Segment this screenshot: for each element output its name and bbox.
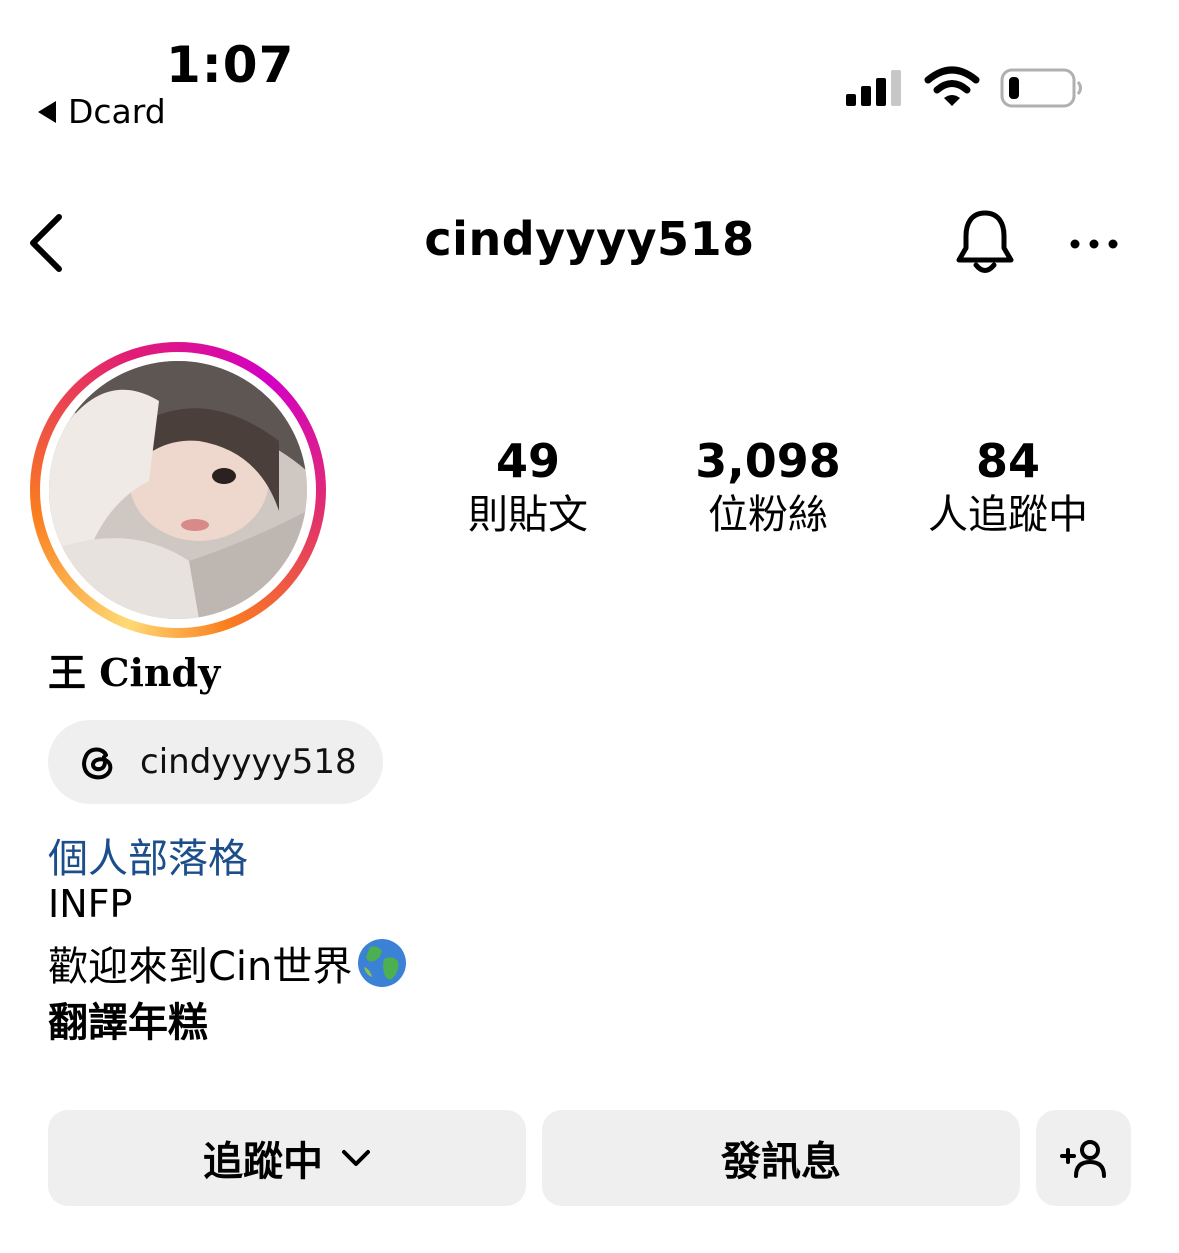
add-user-icon (1059, 1140, 1106, 1178)
more-dots-icon[interactable] (1068, 232, 1120, 256)
posts-count: 49 (495, 434, 560, 488)
bio-line-2: 歡迎來到Cin世界 (48, 934, 408, 992)
signal-bars-icon (846, 70, 901, 106)
threads-icon (82, 747, 113, 780)
avatar-ring-gap (40, 352, 316, 628)
back-to-app-link[interactable]: Dcard (38, 92, 166, 131)
avatar (49, 361, 307, 619)
posts-label: 則貼文 (468, 492, 588, 538)
bio-line-1: INFP (48, 882, 133, 926)
back-app-label: Dcard (68, 92, 166, 131)
stat-followers[interactable]: 3,098 位粉絲 (658, 432, 878, 540)
following-count: 84 (975, 434, 1040, 488)
stat-posts[interactable]: 49 則貼文 (418, 432, 638, 540)
stat-following[interactable]: 84 人追蹤中 (898, 432, 1118, 540)
status-time: 1:07 (166, 36, 295, 94)
message-button-label: 發訊息 (721, 1139, 841, 1185)
message-button[interactable]: 發訊息 (542, 1110, 1020, 1206)
avatar-photo-illustration (49, 361, 307, 619)
display-name: 王 Cindy (48, 650, 221, 695)
wifi-icon (924, 66, 980, 106)
battery-low-icon (1000, 68, 1082, 108)
chevron-down-icon (342, 1150, 370, 1166)
followers-count: 3,098 (695, 434, 841, 488)
bell-icon[interactable] (954, 208, 1016, 278)
bio-link[interactable]: 個人部落格 (48, 826, 248, 884)
add-user-button[interactable] (1036, 1110, 1131, 1206)
threads-badge[interactable]: cindyyyy518 (48, 720, 383, 804)
following-label: 人追蹤中 (928, 492, 1088, 538)
following-dropdown-button[interactable]: 追蹤中 (48, 1110, 526, 1206)
bio-line-2-text: 歡迎來到Cin世界 (48, 944, 353, 990)
followers-label: 位粉絲 (708, 492, 828, 538)
bio-line-3: 翻譯年糕 (48, 1000, 208, 1046)
threads-handle: cindyyyy518 (140, 742, 357, 782)
back-triangle-icon (38, 100, 56, 123)
globe-emoji-icon (358, 939, 407, 987)
avatar-story-ring[interactable] (30, 342, 326, 638)
following-button-label: 追蹤中 (203, 1139, 323, 1185)
